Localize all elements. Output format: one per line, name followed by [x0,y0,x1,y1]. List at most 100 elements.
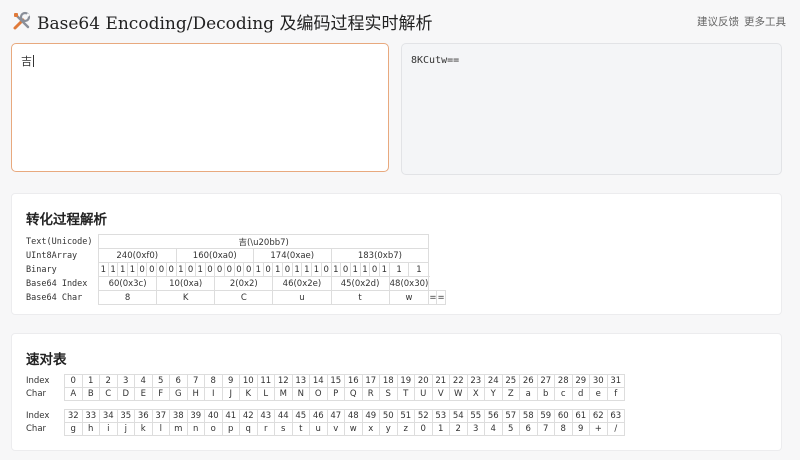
index-cell: 45(0x2d) [330,276,390,291]
char-value-cell: 4 [484,422,503,436]
char-value-cell: J [221,387,240,401]
index-value-cell: 48 [344,409,363,423]
index-value-cell: 26 [519,374,538,388]
index-cell: 2(0x2) [214,276,274,291]
index-value-cell: 30 [589,374,608,388]
char-label: Char [26,389,47,399]
process-table: Text(Unicode) 吉(\u20bb7) UInt8Array 240(… [26,234,446,305]
binary-bit-cell: 1 [330,262,342,277]
index-value-cell: 9 [221,374,240,388]
char-value-cell: F [151,387,170,401]
char-cell: w [388,290,430,305]
header: Base64 Encoding/Decoding 及编码过程实时解析 建议反馈 … [0,0,800,42]
output-text: 8KCutw== [411,55,460,66]
char-value-cell: D [116,387,135,401]
binary-bit-cell: 0 [282,262,293,277]
char-value-cell: r [256,422,275,436]
char-value-cell: V [431,387,450,401]
index-value-cell: 11 [256,374,275,388]
char-cell: = [436,290,446,305]
index-value-cell: 12 [274,374,293,388]
char-value-cell: U [414,387,433,401]
char-value-cell: 1 [431,422,450,436]
char-value-cell: f [606,387,625,401]
index-value-cell: 13 [291,374,310,388]
char-value-cell: 8 [554,422,573,436]
index-value-cell: 29 [571,374,590,388]
char-label: Char [26,424,47,434]
output-textarea[interactable]: 8KCutw== [401,43,782,175]
char-value-cell: w [344,422,363,436]
more-tools-link[interactable]: 更多工具 [744,14,786,29]
char-value-cell: L [256,387,275,401]
char-cell: t [330,290,390,305]
binary-bit-cell: 0 [223,262,235,277]
char-cell: C [214,290,274,305]
binary-bit-cell: 0 [243,262,254,277]
binary-bit-cell: 1 [349,262,361,277]
text-caret [33,55,34,67]
index-value-cell: 17 [361,374,380,388]
input-textarea[interactable]: 吉 [11,43,389,172]
char-value-cell: m [169,422,188,436]
binary-bit-cell: 0 [340,262,351,277]
char-value-cell: g [64,422,83,436]
index-value-cell: 63 [606,409,625,423]
binary-bit-cell: 1 [253,262,264,277]
input-text: 吉 [21,55,32,68]
index-value-cell: 60 [554,409,573,423]
index-value-cell: 45 [291,409,310,423]
index-value-cell: 55 [466,409,485,423]
index-value-cell: 16 [344,374,363,388]
uint8-cell: 160(0xa0) [175,248,254,263]
char-value-cell: 0 [414,422,433,436]
index-value-cell: 52 [414,409,433,423]
uint8-cell: 174(0xae) [253,248,332,263]
index-value-cell: 23 [466,374,485,388]
char-value-cell: 7 [536,422,555,436]
index-value-cell: 32 [64,409,83,423]
index-value-cell: 56 [484,409,503,423]
index-value-cell: 39 [186,409,205,423]
char-value-cell: k [134,422,153,436]
char-value-cell: n [186,422,205,436]
char-value-cell: x [361,422,380,436]
index-value-cell: 57 [501,409,520,423]
quick-table-1: Index 0 1 2 3 4 5 6 7 8 9 10 11 12 13 14 15 16 17 18 19 20 21 2… [26,374,625,401]
index-value-cell: 43 [256,409,275,423]
feedback-link[interactable]: 建议反馈 [697,14,739,29]
binary-bit-cell: 1 [388,262,410,277]
index-value-cell: 58 [519,409,538,423]
char-value-cell: / [606,422,625,436]
index-value-cell: 41 [221,409,240,423]
uint8-cell: 240(0xf0) [98,248,177,263]
char-value-cell: v [326,422,345,436]
index-label: Index [26,376,50,386]
binary-bit-cell: 0 [165,262,177,277]
quick-reference-title: 速对表 [26,352,67,368]
char-value-cell: C [99,387,118,401]
index-cell: 48(0x30) [388,276,430,291]
row-label-text: Text(Unicode) [26,236,93,247]
binary-bit-cell: 1 [98,262,109,277]
index-value-cell: 34 [99,409,118,423]
binary-bit-cell: 1 [301,262,313,277]
index-value-cell: 18 [379,374,398,388]
index-value-cell: 14 [309,374,328,388]
index-value-cell: 50 [379,409,398,423]
index-value-cell: 8 [204,374,223,388]
binary-bit-cell: 1 [107,262,119,277]
index-value-cell: 22 [449,374,468,388]
index-value-cell: 37 [151,409,170,423]
row-label-index: Base64 Index [26,278,88,289]
char-value-cell: a [519,387,538,401]
binary-bit-cell: 1 [117,262,129,277]
index-value-cell: 15 [326,374,345,388]
index-value-cell: 33 [81,409,100,423]
process-card: 转化过程解析 Text(Unicode) 吉(\u20bb7) UInt8Arr… [11,193,782,315]
char-value-cell: z [396,422,415,436]
binary-bit-cell: 0 [320,262,332,277]
char-value-cell: 2 [449,422,468,436]
process-title: 转化过程解析 [26,212,107,228]
index-value-cell: 10 [239,374,258,388]
